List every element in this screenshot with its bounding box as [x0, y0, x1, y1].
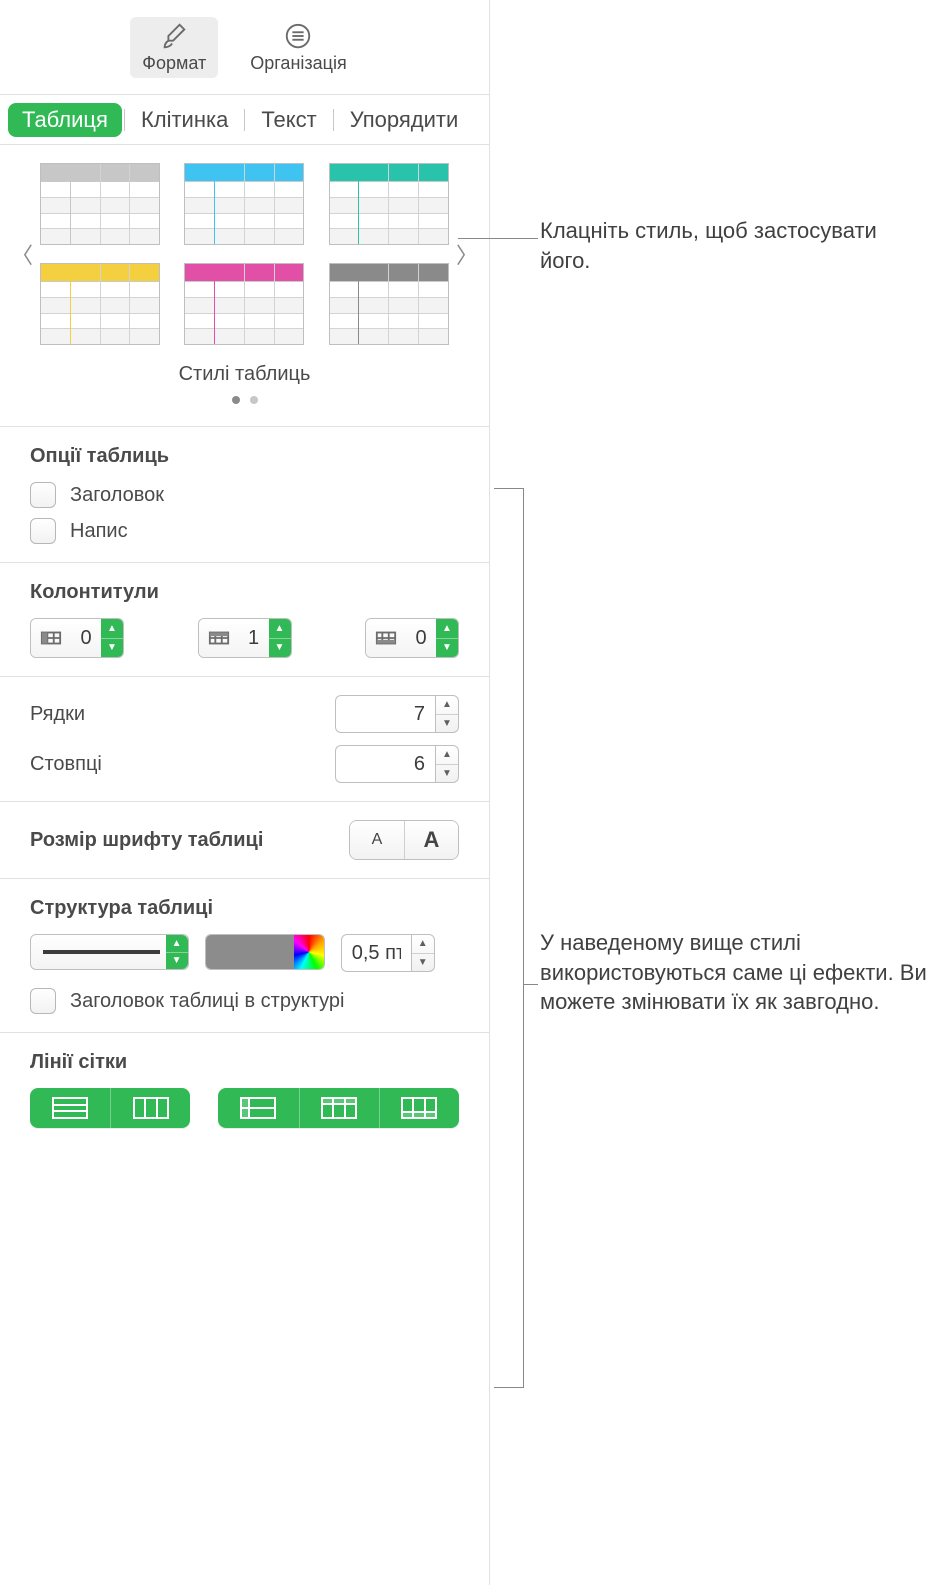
footer-rows-stepper[interactable]: 0 ▲▼ — [365, 618, 459, 658]
line-preview — [43, 950, 160, 954]
callout-leader-line — [458, 238, 538, 239]
outline-title-checkbox[interactable] — [30, 988, 56, 1014]
gridlines-header-rows-button[interactable] — [299, 1088, 379, 1128]
list-circle-icon — [283, 21, 313, 51]
stepper-buttons[interactable]: ▲▼ — [436, 619, 458, 657]
gridlines-body-vertical-button[interactable] — [110, 1088, 190, 1128]
page-dot[interactable] — [232, 396, 240, 404]
table-styles-title: Стилі таблиць — [8, 363, 481, 386]
gridlines-section: Лінії сітки — [0, 1032, 489, 1146]
table-font-size-heading: Розмір шрифту таблиці — [30, 829, 263, 852]
outline-width-input[interactable] — [341, 934, 411, 972]
rows-input[interactable] — [335, 695, 435, 733]
toolbar-organize-button[interactable]: Організація — [238, 17, 358, 78]
tab-separator — [244, 109, 245, 131]
tab-text[interactable]: Текст — [247, 103, 330, 137]
caption-checkbox-label: Напис — [70, 520, 128, 543]
rows-cols-section: Рядки ▲▼ Стовпці ▲▼ — [0, 676, 489, 801]
cols-label: Стовпці — [30, 753, 102, 776]
table-style-thumb[interactable] — [329, 263, 449, 345]
gallery-page-dots — [8, 396, 481, 404]
format-inspector-panel: Формат Організація Таблиця Клітинка Текс… — [0, 0, 490, 1585]
outline-color-well[interactable] — [205, 934, 325, 970]
toolbar-format-button[interactable]: Формат — [130, 17, 218, 78]
font-size-larger-button[interactable]: A — [404, 821, 458, 859]
table-style-thumb[interactable] — [184, 163, 304, 245]
table-styles-gallery: 〈 〉 — [8, 163, 481, 345]
header-rows-value: 1 — [239, 619, 269, 657]
popup-arrows: ▲▼ — [166, 935, 188, 969]
callout-options: У наведеному вище стилі використовуються… — [540, 928, 940, 1017]
header-gridlines-group — [218, 1088, 459, 1128]
table-outline-section: Структура таблиці ▲▼ ▲▼ Заголовок таблиц… — [0, 878, 489, 1032]
callout-styles: Клацніть стиль, щоб застосувати його. — [540, 216, 930, 275]
tab-separator — [333, 109, 334, 131]
brush-icon — [159, 21, 189, 51]
headers-footers-heading: Колонтитули — [30, 581, 459, 604]
gallery-prev-button[interactable]: 〈 — [8, 238, 36, 270]
gridlines-heading: Лінії сітки — [30, 1051, 459, 1074]
table-options-section: Опції таблиць Заголовок Напис — [0, 426, 489, 562]
inspector-toolbar: Формат Організація — [0, 0, 489, 95]
gallery-next-button[interactable]: 〉 — [453, 238, 481, 270]
caption-checkbox[interactable] — [30, 518, 56, 544]
table-styles-section: 〈 〉 Стилі таблиць — [0, 145, 489, 426]
outline-width-stepper[interactable]: ▲▼ — [411, 934, 435, 972]
header-rows-icon — [199, 619, 239, 657]
color-wheel-icon — [294, 935, 324, 969]
outline-title-checkbox-label: Заголовок таблиці в структурі — [70, 990, 344, 1013]
footer-rows-value: 0 — [406, 619, 436, 657]
toolbar-organize-label: Організація — [250, 53, 346, 74]
table-style-thumb[interactable] — [329, 163, 449, 245]
header-columns-stepper[interactable]: 0 ▲▼ — [30, 618, 124, 658]
toolbar-format-label: Формат — [142, 53, 206, 74]
header-columns-value: 0 — [71, 619, 101, 657]
gridlines-body-horizontal-button[interactable] — [30, 1088, 110, 1128]
rows-stepper[interactable]: ▲▼ — [435, 695, 459, 733]
table-options-heading: Опції таблиць — [30, 445, 459, 468]
gridlines-header-cols-button[interactable] — [218, 1088, 298, 1128]
font-size-smaller-button[interactable]: A — [350, 821, 404, 859]
callout-bracket — [494, 488, 524, 1388]
gridlines-footer-rows-button[interactable] — [379, 1088, 459, 1128]
body-gridlines-group — [30, 1088, 190, 1128]
stepper-buttons[interactable]: ▲▼ — [101, 619, 123, 657]
rows-label: Рядки — [30, 703, 85, 726]
tab-arrange[interactable]: Упорядити — [336, 103, 473, 137]
footer-rows-icon — [366, 619, 406, 657]
title-checkbox-label: Заголовок — [70, 484, 164, 507]
tab-separator — [124, 109, 125, 131]
tab-table[interactable]: Таблиця — [8, 103, 122, 137]
tab-cell[interactable]: Клітинка — [127, 103, 242, 137]
headers-footers-section: Колонтитули 0 ▲▼ 1 ▲▼ 0 ▲▼ — [0, 562, 489, 676]
table-font-size-section: Розмір шрифту таблиці A A — [0, 801, 489, 878]
outline-line-style-popup[interactable]: ▲▼ — [30, 934, 189, 970]
table-style-thumbs — [36, 163, 453, 345]
inspector-tabs: Таблиця Клітинка Текст Упорядити — [0, 95, 489, 145]
title-checkbox[interactable] — [30, 482, 56, 508]
font-size-segmented: A A — [349, 820, 459, 860]
table-style-thumb[interactable] — [40, 263, 160, 345]
cols-input[interactable] — [335, 745, 435, 783]
cols-stepper[interactable]: ▲▼ — [435, 745, 459, 783]
header-rows-stepper[interactable]: 1 ▲▼ — [198, 618, 292, 658]
color-swatch — [206, 935, 294, 969]
callout-leader-line — [524, 984, 538, 985]
header-columns-icon — [31, 619, 71, 657]
stepper-buttons[interactable]: ▲▼ — [269, 619, 291, 657]
table-outline-heading: Структура таблиці — [30, 897, 459, 920]
table-style-thumb[interactable] — [184, 263, 304, 345]
page-dot[interactable] — [250, 396, 258, 404]
table-style-thumb[interactable] — [40, 163, 160, 245]
